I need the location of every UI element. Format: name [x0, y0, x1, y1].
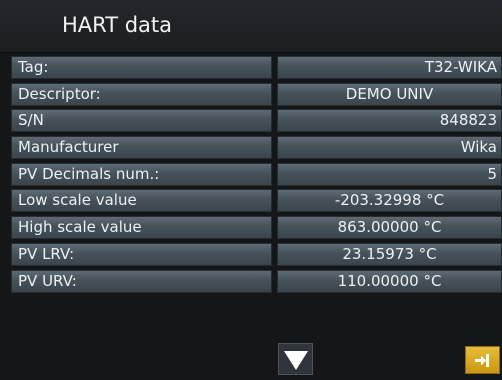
row-value: -203.32998 °C: [277, 189, 502, 213]
row-label: PV URV:: [11, 269, 272, 293]
table-row: Descriptor: DEMO UNIV: [0, 82, 502, 109]
row-value: 863.00000 °C: [277, 216, 502, 240]
row-label: PV LRV:: [11, 242, 272, 266]
row-value: 23.15973 °C: [277, 242, 502, 266]
footer-bar: [0, 342, 502, 380]
title-bar: HART data: [0, 0, 502, 53]
exit-button[interactable]: [465, 346, 500, 374]
row-value: Wika: [277, 136, 502, 160]
table-row: Manufacturer Wika: [0, 135, 502, 162]
table-row: PV LRV: 23.15973 °C: [0, 242, 502, 269]
triangle-down-icon: [284, 351, 308, 370]
row-value: DEMO UNIV: [277, 82, 502, 106]
row-label: PV Decimals num.:: [11, 162, 272, 186]
hart-data-table: Tag: T32-WIKA Descriptor: DEMO UNIV S/N …: [0, 55, 502, 295]
table-row: S/N 848823: [0, 108, 502, 135]
row-label: Low scale value: [11, 189, 272, 213]
page-title: HART data: [62, 13, 173, 37]
scroll-down-button[interactable]: [278, 343, 313, 375]
table-row: PV Decimals num.: 5: [0, 162, 502, 189]
exit-arrow-icon: [475, 354, 489, 367]
row-label: Descriptor:: [11, 82, 272, 106]
table-row: Tag: T32-WIKA: [0, 55, 502, 82]
row-value: 5: [277, 162, 502, 186]
row-value: 848823: [277, 109, 502, 133]
row-label: Manufacturer: [11, 136, 272, 160]
row-label: Tag:: [11, 56, 272, 79]
table-row: High scale value 863.00000 °C: [0, 215, 502, 242]
row-label: S/N: [11, 109, 272, 133]
table-row: PV URV: 110.00000 °C: [0, 269, 502, 296]
table-row: Low scale value -203.32998 °C: [0, 188, 502, 215]
row-value: 110.00000 °C: [277, 269, 502, 293]
row-value: T32-WIKA: [277, 56, 502, 79]
row-label: High scale value: [11, 216, 272, 240]
